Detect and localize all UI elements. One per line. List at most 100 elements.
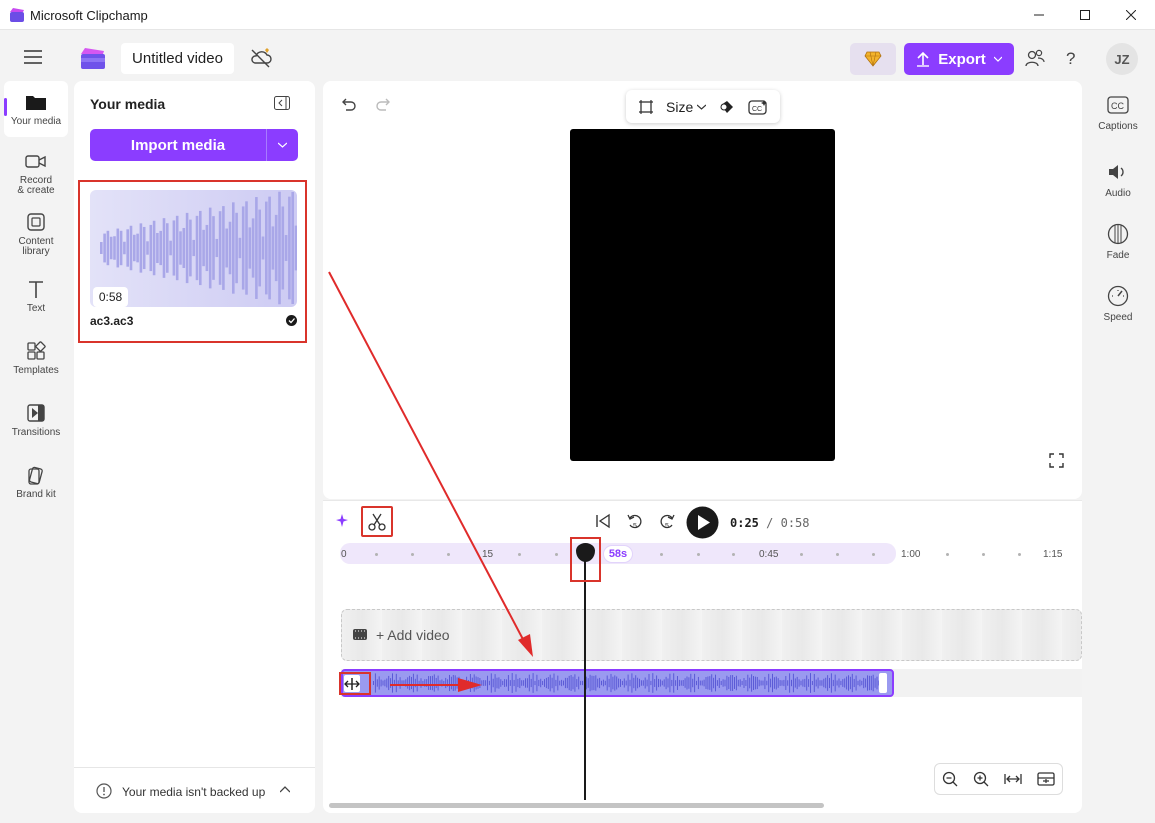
waveform-bar — [435, 677, 437, 689]
waveform-bar — [713, 677, 715, 689]
waveform-bar — [671, 679, 673, 687]
waveform-bar — [555, 679, 557, 687]
nav-templates[interactable]: Templates — [4, 340, 68, 376]
waveform-bar — [430, 676, 431, 690]
fit-timeline-icon[interactable] — [1004, 772, 1022, 786]
skip-to-start-icon[interactable] — [595, 513, 611, 529]
add-video-label[interactable]: + Add video — [376, 627, 450, 643]
waveform-bar — [468, 679, 469, 687]
panel-captions[interactable]: CC Captions — [1090, 93, 1146, 132]
waveform-bar — [631, 673, 633, 693]
resize-cursor-icon[interactable] — [344, 675, 360, 692]
waveform-bar — [673, 673, 675, 693]
waveform-bar — [420, 678, 422, 688]
forward-5s-icon[interactable]: 5 — [658, 512, 676, 530]
premium-diamond-button[interactable] — [850, 43, 896, 75]
waveform-bar — [199, 210, 202, 286]
waveform-bar — [667, 678, 669, 688]
brand-kit-icon — [4, 464, 68, 486]
time-separator: / — [766, 516, 774, 530]
waveform-bar — [156, 232, 159, 264]
nav-your-media[interactable]: Your media — [4, 81, 68, 137]
import-options-dropdown[interactable] — [266, 129, 298, 161]
video-track-placeholder[interactable] — [341, 609, 1082, 661]
play-button[interactable] — [686, 506, 719, 539]
zoom-controls — [934, 763, 1063, 795]
library-icon — [4, 211, 68, 233]
chevron-up-icon[interactable] — [280, 786, 290, 793]
waveform-bar — [481, 680, 483, 686]
waveform-bar — [867, 675, 868, 691]
waveform-bar — [640, 680, 642, 686]
waveform-bar — [800, 680, 802, 686]
auto-captions-icon[interactable]: CC — [748, 99, 768, 115]
nav-transitions[interactable]: Transitions — [4, 402, 68, 438]
background-fill-icon[interactable] — [718, 99, 736, 115]
maximize-button[interactable] — [1062, 0, 1108, 30]
waveform-bar — [564, 677, 566, 689]
clipchamp-logo-icon — [9, 7, 25, 23]
upload-arrow-icon — [916, 51, 930, 67]
panel-speed[interactable]: Speed — [1090, 284, 1146, 323]
audio-clip[interactable] — [341, 669, 894, 697]
waveform-bar — [696, 680, 697, 686]
collapse-panel-icon[interactable] — [274, 96, 290, 110]
rewind-5s-icon[interactable]: 5 — [626, 512, 644, 530]
import-media-button[interactable]: Import media — [90, 129, 266, 161]
nav-content-library[interactable]: Content library — [4, 211, 68, 257]
waveform-bar — [648, 673, 650, 693]
nav-label: Text — [26, 303, 46, 314]
waveform-bar — [838, 678, 840, 688]
panel-fade[interactable]: Fade — [1090, 222, 1146, 261]
waveform-bar — [380, 679, 382, 687]
waveform-bar — [794, 678, 796, 688]
scissors-icon[interactable] — [368, 513, 386, 531]
panel-label: Fade — [1106, 250, 1130, 261]
nav-brand-kit[interactable]: Brand kit — [4, 464, 68, 500]
waveform-bar — [756, 676, 758, 690]
magic-sparkle-icon[interactable] — [336, 514, 350, 528]
nav-text[interactable]: Text — [4, 278, 68, 314]
waveform-bar — [284, 235, 288, 261]
nav-record-create[interactable]: Record & create — [4, 150, 68, 196]
undo-icon[interactable] — [340, 96, 356, 112]
zoom-out-icon[interactable] — [942, 771, 958, 787]
waveform-bar — [593, 675, 595, 691]
clip-trim-handle-right[interactable] — [879, 673, 887, 693]
close-button[interactable] — [1108, 0, 1154, 30]
waveform-bar — [829, 677, 830, 689]
waveform-bar — [743, 678, 745, 688]
project-title-field[interactable]: Untitled video — [121, 43, 234, 74]
timeline-scrollbar[interactable] — [329, 803, 824, 808]
video-canvas[interactable] — [570, 129, 835, 461]
export-button[interactable]: Export — [904, 43, 1014, 75]
waveform-bar — [557, 675, 559, 691]
minimize-button[interactable] — [1016, 0, 1062, 30]
waveform-bar — [498, 677, 500, 689]
waveform-bar — [294, 225, 297, 271]
avatar[interactable]: JZ — [1106, 43, 1138, 75]
nav-label: Transitions — [11, 427, 61, 438]
zoom-in-icon[interactable] — [973, 771, 989, 787]
size-dropdown[interactable]: Size — [666, 99, 707, 115]
waveform-bar — [238, 237, 242, 259]
timeline-layout-icon[interactable] — [1036, 772, 1055, 786]
waveform-bar — [133, 234, 136, 262]
help-icon[interactable]: ? — [1066, 49, 1075, 69]
playhead-line[interactable] — [584, 560, 586, 800]
waveform-bar — [728, 676, 730, 690]
panel-audio[interactable]: Audio — [1090, 160, 1146, 199]
nav-active-indicator — [4, 98, 7, 116]
share-people-icon[interactable] — [1024, 49, 1046, 69]
cloud-sync-off-icon[interactable] — [249, 47, 273, 69]
waveform-bar — [215, 238, 219, 258]
fullscreen-icon[interactable] — [1049, 453, 1064, 468]
redo-icon[interactable] — [376, 96, 392, 112]
hamburger-menu-icon[interactable] — [24, 50, 42, 64]
waveform-bar — [291, 192, 294, 304]
waveform-bar — [764, 676, 766, 690]
waveform-bar — [544, 679, 545, 687]
ruler-tick — [697, 553, 700, 556]
waveform-bar — [409, 675, 411, 691]
waveform-bar — [561, 679, 563, 687]
